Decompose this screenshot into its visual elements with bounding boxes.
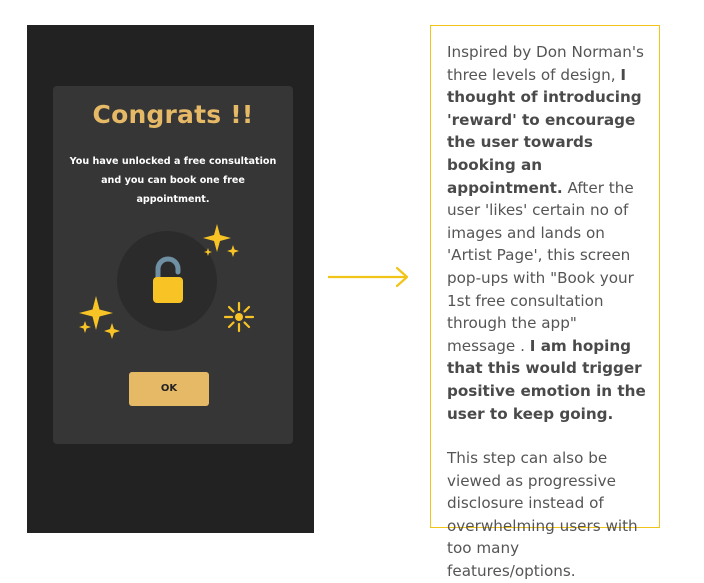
note-paragraph-1: Inspired by Don Norman's three levels of… [447, 41, 647, 425]
design-rationale-note: Inspired by Don Norman's three levels of… [430, 25, 660, 580]
note-text: After the user 'likes' certain no of ima… [447, 178, 634, 355]
unlocked-padlock-icon [153, 256, 183, 303]
burst-sparkle-icon [223, 301, 255, 333]
modal-title: Congrats !! [92, 100, 254, 129]
note-paragraph-2: This step can also be viewed as progress… [447, 449, 638, 581]
note-emphasis: I thought of introducing 'reward' to enc… [447, 65, 642, 197]
modal-message: You have unlocked a free consultation an… [69, 156, 277, 205]
right-arrow-icon [328, 266, 409, 288]
sparkles-icon [79, 296, 120, 339]
ok-button[interactable]: OK [129, 372, 209, 406]
sparkles-icon [203, 224, 239, 257]
note-text: Inspired by Don Norman's three levels of… [447, 43, 644, 84]
